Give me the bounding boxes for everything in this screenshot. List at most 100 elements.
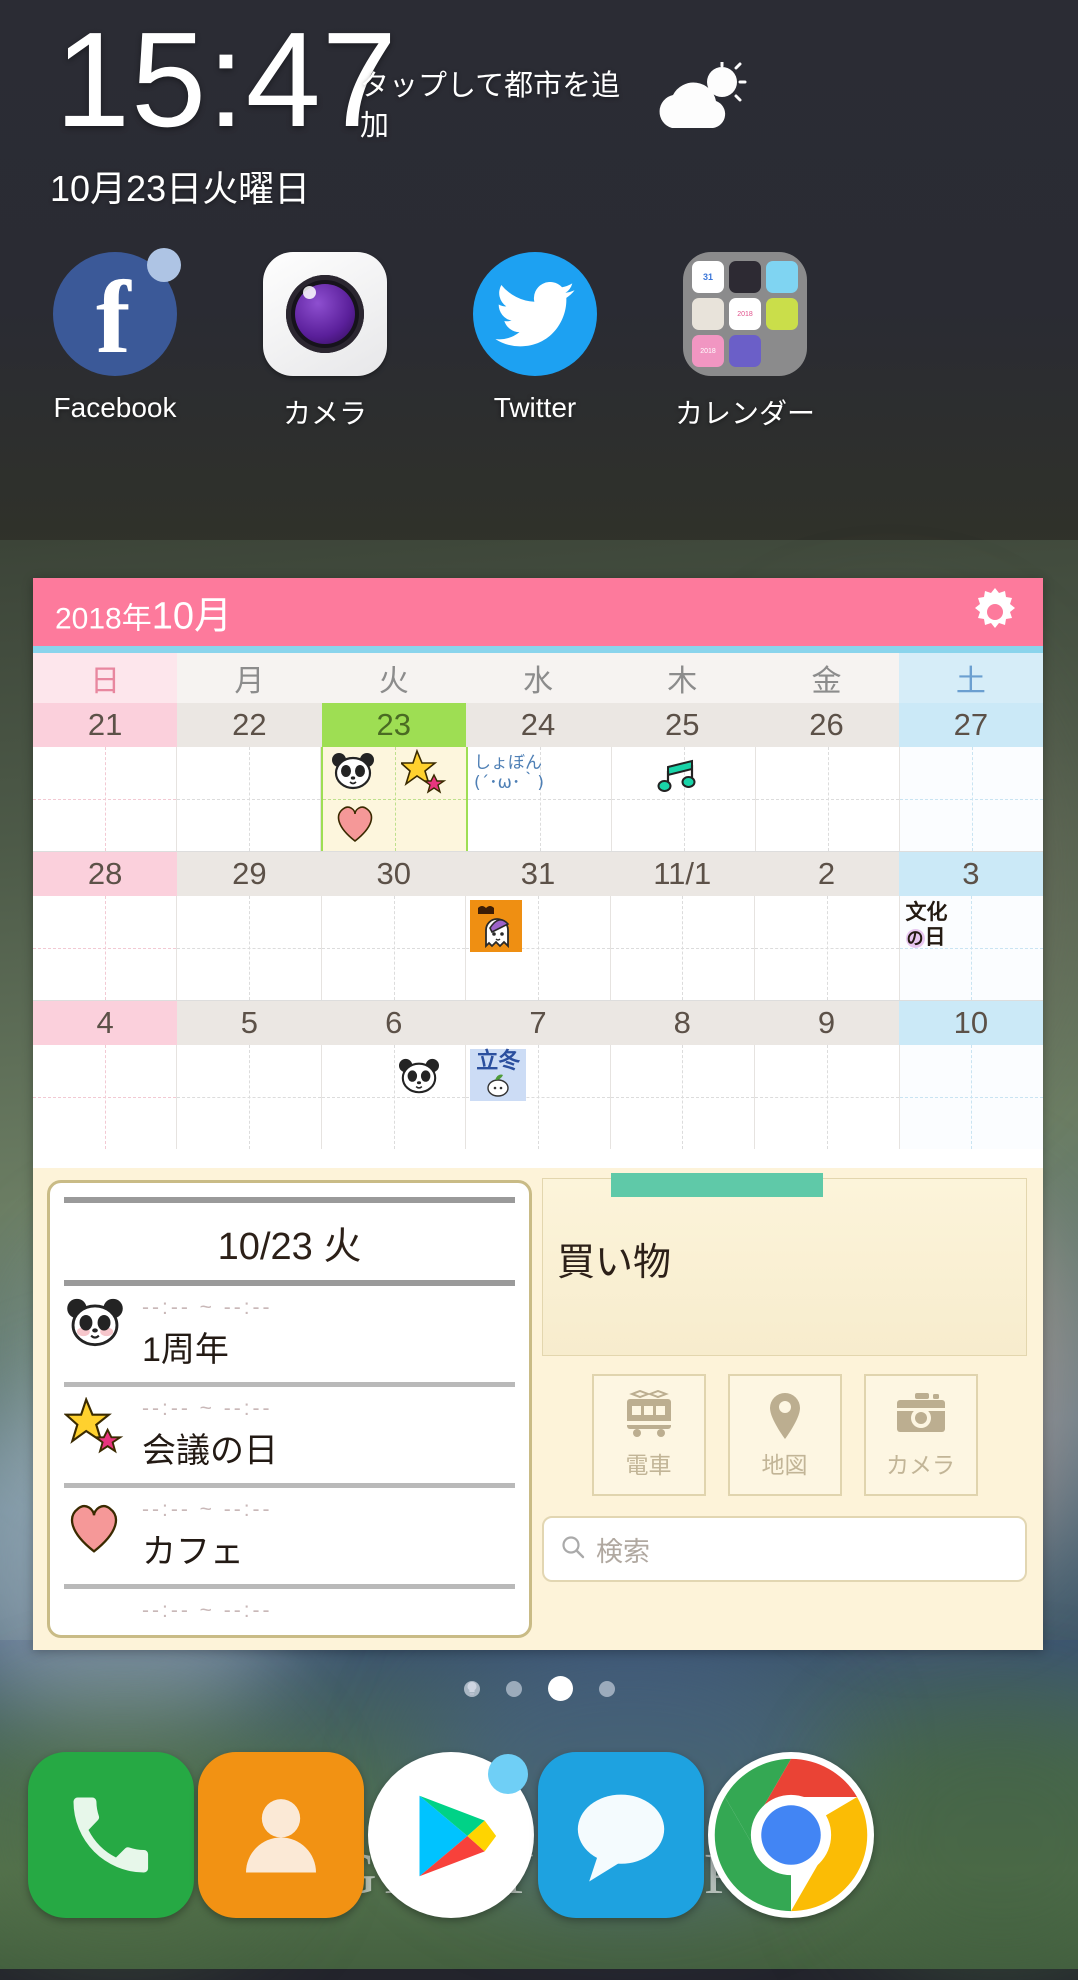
app-folder-calendar[interactable]: 31 2018 2018 カレンダー	[650, 252, 840, 432]
day-cell[interactable]	[755, 1045, 900, 1149]
day-number[interactable]: 2	[754, 852, 899, 896]
day-number[interactable]: 10	[898, 1001, 1043, 1045]
agenda-entry-name: 1周年	[142, 1331, 229, 1369]
day-number[interactable]: 30	[321, 852, 466, 896]
day-number[interactable]: 29	[177, 852, 322, 896]
day-cell[interactable]	[177, 896, 322, 1000]
memo-panel[interactable]: 買い物	[542, 1173, 1027, 1356]
day-cell[interactable]	[612, 747, 756, 851]
page-dot[interactable]	[505, 1680, 522, 1697]
day-cell[interactable]	[756, 747, 900, 851]
day-cell[interactable]: 文化 の日	[899, 896, 1043, 1000]
day-number[interactable]: 26	[754, 703, 899, 747]
shortcut-train[interactable]: 電車	[591, 1374, 706, 1496]
app-twitter[interactable]: Twitter	[440, 252, 630, 424]
day-cell[interactable]: しょぼん (´･ω･｀)	[468, 747, 612, 851]
day-cell[interactable]	[177, 1045, 322, 1149]
panda-sticker	[396, 1057, 442, 1102]
day-cell[interactable]	[33, 747, 177, 851]
day-cell[interactable]	[177, 747, 321, 851]
calendar-year-month[interactable]: 2018年10月	[55, 585, 232, 640]
gear-icon[interactable]	[969, 586, 1021, 638]
day-number[interactable]: 8	[610, 1001, 755, 1045]
page-dot-active[interactable]	[547, 1676, 573, 1701]
heart-sticker	[64, 1498, 130, 1564]
message-icon[interactable]	[538, 1752, 704, 1918]
day-cell[interactable]	[33, 1045, 178, 1149]
agenda-entry-name: 会議の日	[142, 1432, 278, 1470]
day-cell[interactable]	[610, 1045, 756, 1149]
app-facebook[interactable]: f Facebook	[20, 248, 210, 424]
day-cell[interactable]	[899, 1045, 1043, 1149]
agenda-entry[interactable]: --:-- ~ --:-- 会議の日	[63, 1387, 515, 1488]
day-cell[interactable]	[610, 896, 756, 1000]
panda-sticker	[329, 751, 377, 798]
day-cell[interactable]	[900, 747, 1043, 851]
chrome-icon[interactable]	[708, 1752, 874, 1918]
day-cell[interactable]	[33, 896, 178, 1000]
dock-play-store[interactable]	[368, 1752, 534, 1918]
day-cell[interactable]	[755, 896, 900, 1000]
dock-chrome[interactable]	[708, 1752, 874, 1918]
day-number[interactable]: 28	[33, 852, 178, 896]
clock-weather-widget[interactable]: 15:47 タップして都市を追加 10月23日火曜日	[0, 0, 1078, 230]
page-indicator	[0, 1676, 1078, 1701]
app-label: Facebook	[53, 392, 177, 423]
dock-phone[interactable]	[28, 1752, 194, 1918]
clock-date[interactable]: 10月23日火曜日	[50, 160, 310, 212]
agenda-entry-empty[interactable]: --:-- ~ --:--	[64, 1589, 515, 1685]
day-cell[interactable]: 立冬	[466, 1045, 611, 1149]
weather-add-city-prompt[interactable]: タップして都市を追加	[360, 66, 630, 146]
page-dot-assistant[interactable]	[463, 1680, 480, 1697]
calendar-week-row: 21 22 23 24 25 26 27 しょぼん (´･ω･｀)	[33, 703, 1043, 852]
contacts-icon[interactable]	[198, 1752, 364, 1918]
day-cell[interactable]	[321, 896, 467, 1000]
calendar-folder-icon[interactable]: 31 2018 2018	[683, 252, 807, 376]
halloween-ghost-sticker	[470, 900, 523, 957]
folder-mini-icon: 31	[692, 261, 724, 293]
star-sticker	[398, 748, 447, 800]
shortcut-camera[interactable]: カメラ	[863, 1374, 978, 1496]
calendar-day-numbers: 4 5 6 7 8 9 10	[33, 1001, 1043, 1045]
day-number[interactable]: 21	[33, 703, 178, 747]
day-number[interactable]: 27	[898, 703, 1043, 747]
day-number[interactable]: 7	[465, 1001, 611, 1045]
phone-icon[interactable]	[28, 1752, 194, 1918]
partly-cloudy-icon	[650, 59, 750, 134]
panda-sticker	[64, 1296, 130, 1362]
day-number[interactable]: 25	[610, 703, 755, 747]
day-number[interactable]: 22	[177, 703, 322, 747]
day-cell-today[interactable]	[321, 747, 468, 851]
dock-contacts[interactable]	[198, 1752, 364, 1918]
app-camera[interactable]: カメラ	[230, 252, 420, 432]
search-input[interactable]: 検索	[542, 1516, 1027, 1582]
day-number[interactable]: 31	[465, 852, 611, 896]
camera-icon[interactable]	[263, 252, 387, 376]
day-number[interactable]: 3	[898, 852, 1043, 896]
play-store-icon[interactable]	[368, 1752, 534, 1918]
clock-time[interactable]: 15:47	[55, 12, 398, 147]
agenda-entry[interactable]: --:-- ~ --:-- 1周年	[64, 1286, 515, 1387]
day-number[interactable]: 9	[754, 1001, 899, 1045]
day-number-today[interactable]: 23	[321, 703, 466, 747]
shortcut-map[interactable]: 地図	[727, 1374, 842, 1496]
twitter-icon[interactable]	[473, 252, 597, 376]
day-number[interactable]: 24	[465, 703, 611, 747]
app-icon-row: f Facebook カメラ Twitter 31 2018 2018 カレンダ…	[0, 248, 1078, 437]
calendar-day-cells: 文化 の日	[33, 896, 1043, 1000]
facebook-icon[interactable]: f	[53, 248, 181, 376]
calendar-year: 2018年	[55, 602, 152, 636]
calendar-header: 2018年10月	[33, 578, 1043, 646]
folder-mini-icon	[729, 335, 761, 367]
dock-messages[interactable]	[538, 1752, 704, 1918]
day-cell[interactable]	[321, 1045, 467, 1149]
day-number[interactable]: 5	[177, 1001, 322, 1045]
day-number[interactable]: 4	[33, 1001, 178, 1045]
page-dot[interactable]	[598, 1680, 615, 1697]
day-number[interactable]: 6	[321, 1001, 466, 1045]
day-number[interactable]: 11/1	[610, 852, 755, 896]
agenda-panel[interactable]: 10/23 火 --:-- ~ --:-- 1周年 --:-- ~ --:-- …	[47, 1180, 532, 1638]
day-cell[interactable]	[466, 896, 611, 1000]
agenda-entry[interactable]: --:-- ~ --:-- カフェ	[64, 1488, 515, 1589]
washi-tape-decoration	[611, 1173, 823, 1197]
